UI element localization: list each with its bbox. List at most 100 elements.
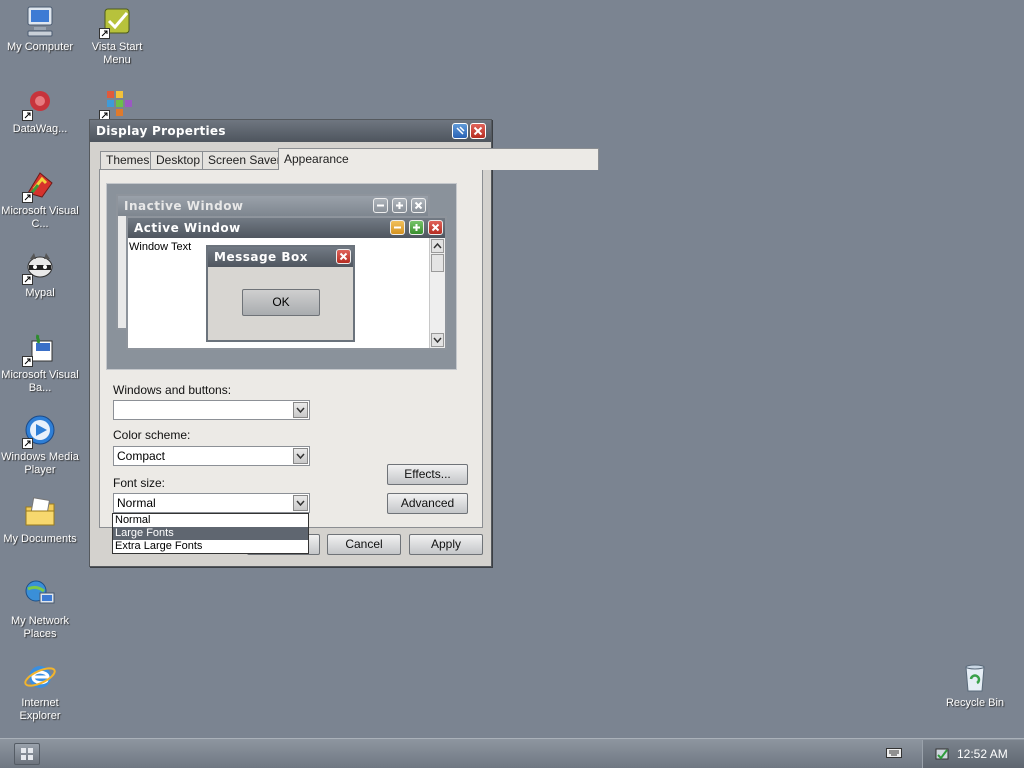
network-places-icon bbox=[22, 577, 58, 613]
desktop-icon-media-player[interactable]: Windows Media Player bbox=[1, 413, 79, 477]
maximize-icon bbox=[409, 220, 424, 235]
shortcut-arrow-icon bbox=[22, 438, 33, 449]
display-properties-dialog: Display Properties Themes Desktop Screen… bbox=[89, 119, 599, 567]
color-scheme-value: Compact bbox=[117, 449, 166, 463]
keyboard-icon[interactable] bbox=[886, 747, 902, 762]
icon-label: My Computer bbox=[6, 41, 74, 53]
maximize-icon bbox=[392, 198, 407, 213]
vista-start-menu-icon bbox=[99, 3, 135, 39]
shortcut-arrow-icon bbox=[22, 356, 33, 367]
icon-label: Microsoft Visual C... bbox=[1, 205, 79, 230]
desktop-icon-internet-explorer[interactable]: Internet Explorer bbox=[1, 659, 79, 723]
desktop-icon-visual-c[interactable]: Microsoft Visual C... bbox=[1, 167, 79, 231]
font-size-option-extra-large-fonts[interactable]: Extra Large Fonts bbox=[113, 540, 308, 553]
desktop-icon-my-documents[interactable]: My Documents bbox=[1, 495, 79, 546]
font-size-select[interactable]: Normal bbox=[113, 493, 310, 513]
tab-screen-saver[interactable]: Screen Saver bbox=[202, 151, 287, 169]
desktop-icon-recycle-bin[interactable]: Recycle Bin bbox=[936, 659, 1014, 710]
system-tray: 12:52 AM bbox=[922, 740, 1024, 768]
close-icon bbox=[336, 249, 351, 264]
tab-themes[interactable]: Themes bbox=[100, 151, 156, 169]
desktop-icon-network-places[interactable]: My Network Places bbox=[1, 577, 79, 641]
internet-explorer-icon bbox=[22, 659, 58, 695]
advanced-button[interactable]: Advanced bbox=[387, 493, 468, 514]
active-window-title: Active Window bbox=[128, 218, 445, 238]
cancel-button[interactable]: Cancel bbox=[327, 534, 401, 555]
inactive-window-title-text: Inactive Window bbox=[124, 199, 244, 213]
tab-desktop[interactable]: Desktop bbox=[150, 151, 207, 169]
icon-label: Windows Media Player bbox=[1, 451, 79, 476]
shortcut-arrow-icon bbox=[22, 110, 33, 121]
minimize-icon bbox=[373, 198, 388, 213]
inactive-window-title: Inactive Window bbox=[118, 196, 428, 216]
font-size-option-large-fonts[interactable]: Large Fonts bbox=[113, 527, 308, 540]
font-size-value: Normal bbox=[117, 496, 156, 510]
chevron-down-icon[interactable] bbox=[293, 402, 308, 418]
media-player-icon bbox=[22, 413, 58, 449]
datawag-icon bbox=[22, 85, 58, 121]
help-button[interactable] bbox=[452, 123, 468, 139]
clock[interactable]: 12:52 AM bbox=[957, 747, 1008, 761]
scroll-down-icon bbox=[431, 333, 444, 347]
dialog-title: Display Properties bbox=[96, 124, 226, 138]
apply-button[interactable]: Apply bbox=[409, 534, 483, 555]
close-icon bbox=[411, 198, 426, 213]
icon-label: Mypal bbox=[25, 287, 55, 299]
mypal-icon bbox=[22, 249, 58, 285]
help-icon bbox=[456, 126, 465, 135]
icon-label: DataWag... bbox=[12, 123, 68, 135]
close-button[interactable] bbox=[470, 123, 486, 139]
taskbar: 12:52 AM bbox=[0, 738, 1024, 768]
scroll-up-icon bbox=[431, 239, 444, 253]
chevron-down-icon[interactable] bbox=[293, 448, 308, 464]
effects-button[interactable]: Effects... bbox=[387, 464, 468, 485]
documents-folder-icon bbox=[22, 495, 58, 531]
active-window-title-text: Active Window bbox=[134, 221, 241, 235]
color-scheme-select[interactable]: Compact bbox=[113, 446, 310, 466]
icon-label: Internet Explorer bbox=[19, 697, 61, 722]
start-grid-icon bbox=[21, 748, 33, 760]
close-icon bbox=[428, 220, 443, 235]
icon-label: Recycle Bin bbox=[945, 697, 1005, 709]
visual-c-icon bbox=[22, 167, 58, 203]
start-button[interactable] bbox=[14, 743, 40, 765]
network-status-icon[interactable] bbox=[934, 746, 950, 765]
recycle-bin-icon bbox=[957, 659, 993, 695]
appearance-preview: Inactive Window Active Window Window Tex… bbox=[106, 183, 457, 370]
close-icon bbox=[473, 126, 483, 136]
windows-buttons-select[interactable] bbox=[113, 400, 310, 420]
chevron-down-icon[interactable] bbox=[293, 495, 308, 511]
color-scheme-label: Color scheme: bbox=[113, 428, 191, 442]
appearance-panel: Inactive Window Active Window Window Tex… bbox=[99, 169, 483, 528]
desktop-icon-vista-start-menu[interactable]: Vista Start Menu bbox=[78, 3, 156, 67]
preview-message-box: Message Box OK bbox=[206, 245, 355, 342]
window-text: Window Text bbox=[129, 241, 192, 253]
dialog-title-bar[interactable]: Display Properties bbox=[90, 120, 491, 142]
icon-label: My Network Places bbox=[10, 615, 70, 640]
shortcut-arrow-icon bbox=[99, 28, 110, 39]
shortcut-arrow-icon bbox=[22, 274, 33, 285]
desktop-icon-mypal[interactable]: Mypal bbox=[1, 249, 79, 300]
icon-label: Microsoft Visual Ba... bbox=[1, 369, 79, 394]
desktop-icon-datawag[interactable]: DataWag... bbox=[1, 85, 79, 136]
message-box-title: Message Box bbox=[208, 247, 353, 267]
visual-basic-icon bbox=[22, 331, 58, 367]
computer-icon bbox=[22, 3, 58, 39]
scroll-thumb bbox=[431, 254, 444, 272]
application-icon bbox=[99, 85, 135, 121]
desktop-icon-color-grid[interactable] bbox=[78, 85, 156, 123]
desktop-icon-my-computer[interactable]: My Computer bbox=[1, 3, 79, 54]
icon-label: My Documents bbox=[3, 533, 77, 545]
windows-buttons-label: Windows and buttons: bbox=[113, 383, 232, 397]
desktop-icon-visual-basic[interactable]: Microsoft Visual Ba... bbox=[1, 331, 79, 395]
icon-label: Vista Start Menu bbox=[91, 41, 143, 66]
font-size-dropdown-list: Normal Large Fonts Extra Large Fonts bbox=[112, 513, 309, 554]
tab-appearance[interactable]: Appearance bbox=[278, 148, 599, 170]
font-size-label: Font size: bbox=[113, 476, 166, 490]
minimize-icon bbox=[390, 220, 405, 235]
font-size-option-normal[interactable]: Normal bbox=[113, 514, 308, 527]
shortcut-arrow-icon bbox=[22, 192, 33, 203]
message-box-title-text: Message Box bbox=[214, 250, 308, 264]
preview-ok-button: OK bbox=[242, 289, 320, 316]
preview-scrollbar bbox=[429, 238, 445, 348]
